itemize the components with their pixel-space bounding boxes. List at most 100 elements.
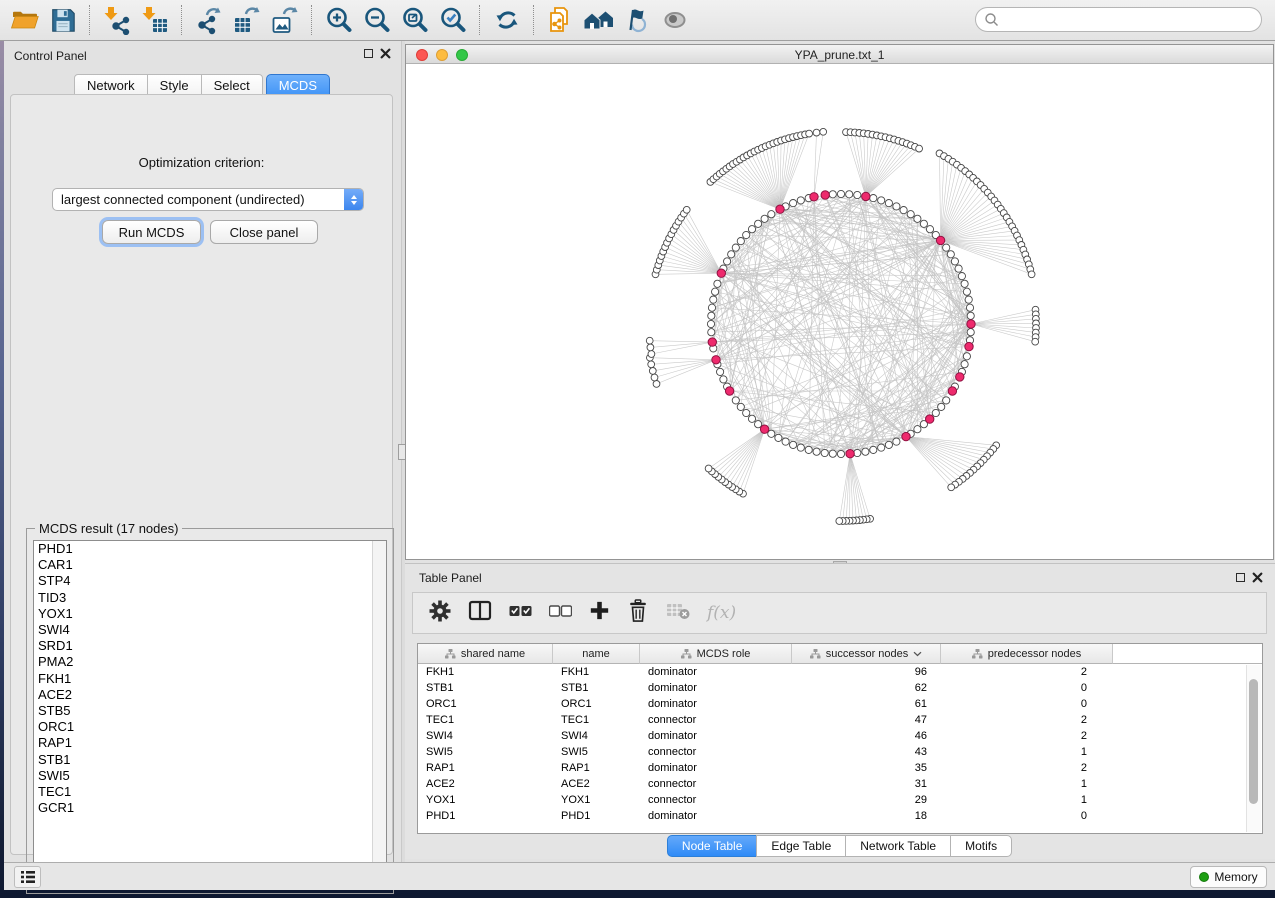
result-list-item[interactable]: STB5 [34, 703, 386, 719]
result-list-item[interactable]: ACE2 [34, 687, 386, 703]
table-row[interactable]: SWI4SWI4dominator462 [418, 728, 1262, 744]
open-session-button[interactable] [6, 2, 44, 38]
close-panel-icon[interactable] [380, 48, 391, 59]
table-row[interactable]: RAP1RAP1dominator352 [418, 760, 1262, 776]
refresh-layout-button[interactable] [488, 2, 526, 38]
network-graph[interactable] [406, 64, 1273, 559]
network-node [1032, 338, 1039, 345]
export-table-button[interactable] [228, 2, 266, 38]
houses-icon [583, 5, 615, 35]
export-image-button[interactable] [266, 2, 304, 38]
cell-shared-name: SWI4 [418, 728, 553, 744]
network-node [965, 296, 972, 303]
optimization-criterion-select[interactable]: largest connected component (undirected) [52, 188, 364, 211]
cell-successor-nodes: 46 [792, 728, 927, 744]
table-panel: Table Panel [405, 563, 1275, 859]
network-node [932, 409, 939, 416]
float-panel-icon[interactable] [1236, 573, 1245, 582]
create-column-button[interactable] [589, 600, 610, 626]
table-settings-button[interactable] [429, 600, 451, 627]
result-list-item[interactable]: STP4 [34, 573, 386, 589]
mcds-result-list[interactable]: PHD1CAR1STP4TID3YOX1SWI4SRD1PMA2FKH1ACE2… [33, 540, 387, 887]
mcds-result-group: MCDS result (17 nodes) PHD1CAR1STP4TID3Y… [26, 528, 394, 894]
network-node [717, 368, 724, 375]
zoom-out-button[interactable] [358, 2, 396, 38]
dominator-node [712, 356, 720, 364]
tab-motifs[interactable]: Motifs [950, 835, 1012, 857]
deselect-all-rows-button[interactable] [549, 604, 572, 622]
show-hide-button[interactable] [656, 2, 694, 38]
result-list-item[interactable]: GCR1 [34, 800, 386, 816]
delete-column-button[interactable] [627, 599, 649, 628]
network-node [805, 446, 812, 453]
float-panel-icon[interactable] [364, 49, 373, 58]
search-icon [984, 12, 1000, 28]
cell-shared-name: FKH1 [418, 664, 553, 680]
run-mcds-button[interactable]: Run MCDS [102, 220, 201, 244]
network-canvas[interactable] [406, 64, 1273, 559]
network-node [914, 215, 921, 222]
table-scrollbar-thumb[interactable] [1249, 679, 1258, 804]
import-network-icon [102, 5, 132, 35]
tab-edge-table[interactable]: Edge Table [756, 835, 846, 857]
table-row[interactable]: SWI5SWI5connector431 [418, 744, 1262, 760]
result-list-item[interactable]: SRD1 [34, 638, 386, 654]
result-list-item[interactable]: RAP1 [34, 735, 386, 751]
table-row[interactable]: TEC1TEC1connector472 [418, 712, 1262, 728]
network-node [748, 226, 755, 233]
network-node [837, 450, 844, 457]
table-row[interactable]: FKH1FKH1dominator962 [418, 664, 1262, 680]
select-all-rows-button[interactable] [509, 604, 532, 622]
search-box[interactable] [975, 7, 1262, 32]
column-header-name[interactable]: name [553, 644, 640, 664]
tab-node-table[interactable]: Node Table [667, 835, 758, 857]
memory-button[interactable]: Memory [1190, 866, 1267, 888]
close-panel-icon[interactable] [1252, 572, 1263, 583]
column-type-icon [810, 649, 821, 659]
show-column-panel-button[interactable] [468, 600, 492, 627]
column-header-MCDS-role[interactable]: MCDS role [640, 644, 792, 664]
table-row[interactable]: ACE2ACE2connector311 [418, 776, 1262, 792]
result-list-item[interactable]: PMA2 [34, 654, 386, 670]
table-row[interactable]: PHD1PHD1dominator180 [418, 808, 1262, 824]
table-row[interactable]: STB1STB1dominator620 [418, 680, 1262, 696]
search-input[interactable] [1000, 12, 1261, 28]
result-list-item[interactable]: SWI5 [34, 768, 386, 784]
zoom-selected-button[interactable] [434, 2, 472, 38]
toolbar-separator [479, 5, 481, 35]
network-node [708, 304, 715, 311]
result-list-item[interactable]: TEC1 [34, 784, 386, 800]
result-list-item[interactable]: STB1 [34, 752, 386, 768]
network-node [728, 251, 735, 258]
show-all-networks-button[interactable] [580, 2, 618, 38]
save-session-button[interactable] [44, 2, 82, 38]
result-list-item[interactable]: SWI4 [34, 622, 386, 638]
flag-icon [622, 5, 652, 35]
network-window-titlebar[interactable]: YPA_prune.txt_1 [406, 45, 1273, 64]
tab-network-table[interactable]: Network Table [845, 835, 951, 857]
column-header-predecessor-nodes[interactable]: predecessor nodes [941, 644, 1113, 664]
zoom-in-button[interactable] [320, 2, 358, 38]
table-row[interactable]: ORC1ORC1dominator610 [418, 696, 1262, 712]
network-node [846, 191, 853, 198]
import-table-button[interactable] [136, 2, 174, 38]
result-list-item[interactable]: YOX1 [34, 606, 386, 622]
toggle-graphics-details-button[interactable] [618, 2, 656, 38]
clone-network-button[interactable] [542, 2, 580, 38]
result-list-item[interactable]: PHD1 [34, 541, 386, 557]
zoom-fit-button[interactable] [396, 2, 434, 38]
result-list-scrollbar[interactable] [372, 541, 386, 886]
import-network-button[interactable] [98, 2, 136, 38]
column-header-successor-nodes[interactable]: successor nodes [792, 644, 941, 664]
show-tasks-button[interactable] [14, 866, 41, 888]
table-scrollbar[interactable] [1246, 665, 1261, 832]
export-network-button[interactable] [190, 2, 228, 38]
table-row[interactable]: YOX1YOX1connector291 [418, 792, 1262, 808]
result-list-item[interactable]: FKH1 [34, 671, 386, 687]
column-header-shared-name[interactable]: shared name [418, 644, 553, 664]
node-table[interactable]: shared namenameMCDS rolesuccessor nodesp… [417, 643, 1263, 834]
result-list-item[interactable]: CAR1 [34, 557, 386, 573]
result-list-item[interactable]: TID3 [34, 590, 386, 606]
result-list-item[interactable]: ORC1 [34, 719, 386, 735]
close-panel-button[interactable]: Close panel [210, 220, 318, 244]
